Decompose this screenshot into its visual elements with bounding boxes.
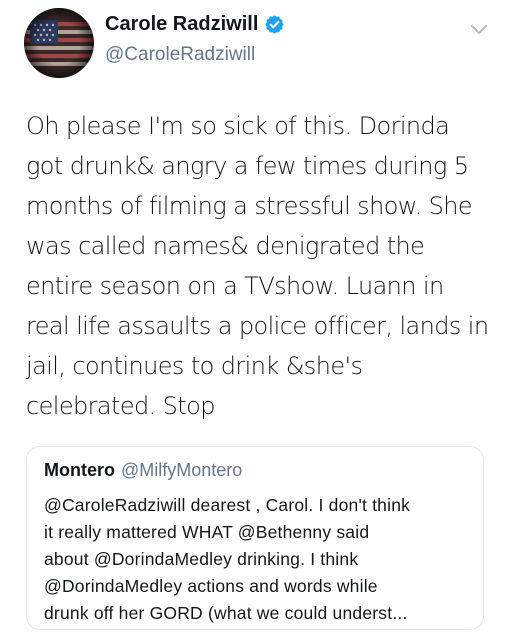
quoted-author-name: Montero [44,460,115,480]
quoted-text-line: drunk off her GORD (what we could unders… [44,603,408,623]
tweet-text-line: jail, continues to drink &she's [26,352,363,380]
author-handle[interactable]: @CaroleRadziwill [105,44,255,66]
quoted-author-handle: @MilfyMontero [121,460,243,480]
verified-badge-icon [265,15,285,34]
american-flag-avatar-icon [24,8,94,78]
tweet-text-line: was called names& denigrated the [26,232,425,260]
tweet-text-line: Oh please I'm so sick of this. Dorinda [26,112,450,140]
tweet-text-line: got drunk& angry a few times during 5 [26,152,469,180]
chevron-down-icon[interactable] [470,24,488,36]
quoted-tweet-text: @CaroleRadziwill dearest , Carol. I don'… [44,492,474,627]
quoted-text-line: about @DorindaMedley drinking. I think [44,549,359,569]
quoted-text-line: it really mattered WHAT @Bethenny said [44,522,370,542]
quoted-text-line: @CaroleRadziwill dearest , Carol. I don'… [44,495,411,515]
tweet-text-line: months of filming a stressful show. She [26,192,473,220]
quoted-tweet-card[interactable]: Montero @MilfyMontero @CaroleRadziwill de… [26,446,484,630]
quoted-text-line: @DorindaMedley actions and words while [44,576,378,596]
tweet: Carole Radziwill @CaroleRadziwill Oh ple… [0,0,510,640]
quoted-tweet-header: Montero @MilfyMontero [44,460,242,481]
author-avatar[interactable] [24,8,94,78]
tweet-text-line: celebrated. Stop [26,392,215,420]
tweet-text-line: entire season on a TVshow. Luann in [26,272,444,300]
author-name[interactable]: Carole Radziwill [105,13,285,36]
tweet-text: Oh please I'm so sick of this. Dorinda g… [26,106,496,426]
tweet-text-line: real life assaults a police officer, lan… [26,312,489,340]
author-name-text: Carole Radziwill [105,13,259,35]
